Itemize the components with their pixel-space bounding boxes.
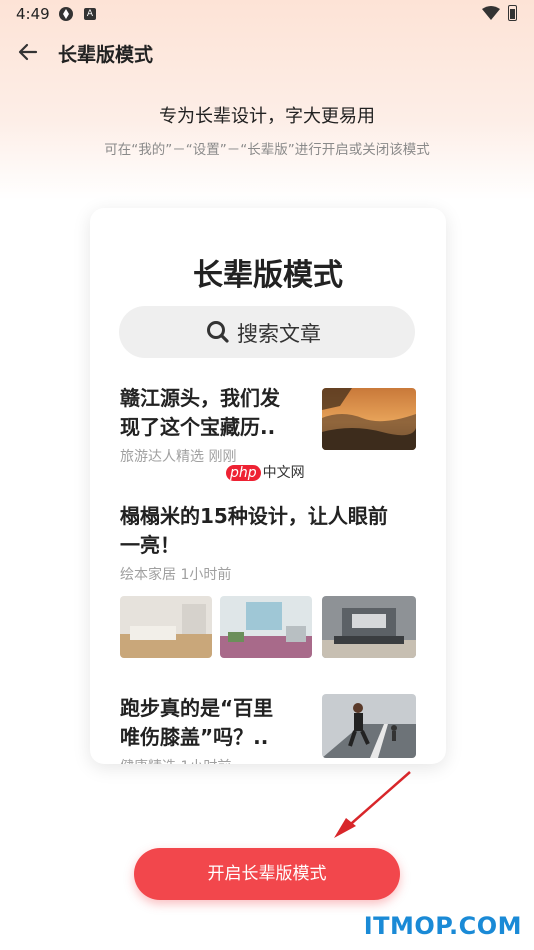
- preview-title: 长辈版模式: [193, 258, 343, 293]
- article-item[interactable]: 榻榻米的15种设计，让人眼前 一亮！ 绘本家居 1小时前: [120, 502, 420, 584]
- article-item[interactable]: 赣江源头，我们发 现了这个宝藏历.. 旅游达人精选 刚刚: [120, 384, 310, 466]
- article-thumbnail-runner: [322, 694, 416, 758]
- article-thumbnail-room: [120, 596, 212, 658]
- preview-search-box[interactable]: 搜索文章: [119, 306, 415, 358]
- article-meta: 绘本家居 1小时前: [120, 567, 232, 583]
- pointer-arrow-icon: [334, 771, 411, 838]
- article-title: 赣江源头，我们发 现了这个宝藏历..: [120, 386, 280, 439]
- article-thumbnail-room: [220, 596, 312, 658]
- notification-a-icon: A: [84, 8, 96, 20]
- intro-headline: 专为长辈设计，字大更易用: [159, 106, 375, 127]
- intro-subline: 可在“我的”－“设置”－“长辈版”进行开启或关闭该模式: [104, 142, 430, 158]
- article-thumbnail-landscape: [322, 388, 416, 450]
- enable-elder-mode-button[interactable]: 开启长辈版模式: [134, 848, 400, 900]
- article-meta: 健康精选 1小时前: [120, 756, 310, 764]
- article-item[interactable]: 跑步真的是“百里 唯伤膝盖”吗？.. 健康精选 1小时前: [120, 694, 310, 764]
- battery-icon: [508, 5, 517, 21]
- site-watermark: ITMOP.COM: [363, 912, 522, 940]
- article-title: 榻榻米的15种设计，让人眼前 一亮！: [120, 504, 388, 557]
- arrow-left-icon[interactable]: [14, 38, 42, 66]
- php-watermark: php 中文网: [226, 462, 305, 482]
- wifi-icon: [482, 6, 500, 20]
- sync-icon: [59, 7, 73, 21]
- status-bar: 4:49 A: [0, 0, 534, 28]
- search-icon: [207, 321, 229, 343]
- search-label: 搜索文章: [237, 322, 321, 346]
- status-time: 4:49: [16, 5, 50, 23]
- page-title: 长辈版模式: [58, 44, 154, 66]
- preview-card: 长辈版模式 搜索文章 赣江源头，我们发 现了这个宝藏历.. 旅游达人精选 刚刚: [90, 208, 446, 764]
- app-bar: 长辈版模式: [0, 30, 534, 74]
- article-title: 跑步真的是“百里 唯伤膝盖”吗？..: [120, 696, 274, 749]
- article-thumbnail-room: [322, 596, 416, 658]
